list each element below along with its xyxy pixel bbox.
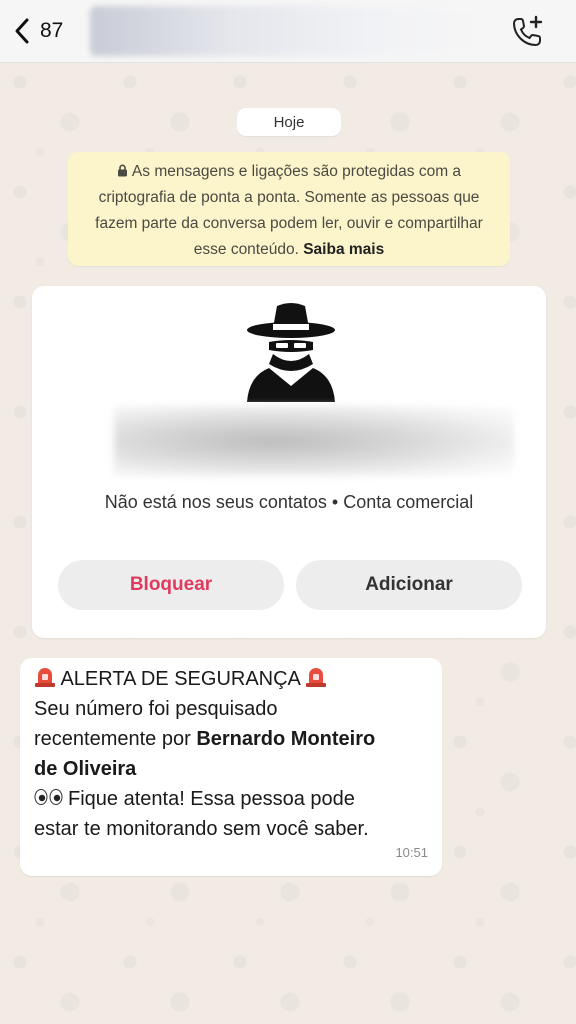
siren-icon [35, 668, 55, 687]
message-line-4-text: Fique atenta! Essa pessoa pode [68, 788, 355, 810]
add-call-button[interactable] [510, 14, 546, 50]
chat-header: 87 [0, 0, 576, 63]
encryption-text: As mensagens e ligações são protegidas c… [95, 163, 483, 258]
block-button[interactable]: Bloquear [58, 560, 284, 610]
contact-status: Não está nos seus contatos • Conta comer… [104, 492, 474, 512]
business-info-card: Não está nos seus contatos • Conta comer… [32, 286, 546, 638]
add-call-icon [512, 15, 543, 47]
eyes-icon [34, 789, 63, 805]
unread-count: 87 [40, 19, 64, 42]
learn-more-link[interactable]: Saiba mais [303, 241, 384, 258]
message-line-3: de Oliveira [34, 754, 430, 784]
alert-title-line: ALERTA DE SEGURANÇA [34, 664, 430, 694]
searcher-name-cont: de Oliveira [34, 758, 137, 780]
back-button[interactable]: 87 [12, 14, 82, 48]
lock-icon [117, 164, 127, 177]
chevron-left-icon [15, 18, 29, 44]
siren-icon [306, 668, 327, 687]
card-actions: Bloquear Adicionar [58, 560, 522, 610]
incoming-message[interactable]: ALERTA DE SEGURANÇA Seu número foi pesqu… [20, 658, 442, 876]
message-line-1: Seu número foi pesquisado [34, 698, 278, 720]
message-line-5: estar te monitorando sem você saber. [34, 818, 369, 840]
contact-name-redacted[interactable] [90, 6, 490, 56]
alert-title: ALERTA DE SEGURANÇA [60, 668, 300, 690]
message-line-2-text: recentemente por [34, 728, 197, 750]
date-separator: Hoje [237, 108, 341, 136]
encryption-notice[interactable]: As mensagens e ligações são protegidas c… [68, 152, 510, 266]
add-contact-button[interactable]: Adicionar [296, 560, 522, 610]
message-line-4: Fique atenta! Essa pessoa pode [34, 784, 430, 814]
message-timestamp: 10:51 [395, 845, 428, 860]
spy-avatar-icon [247, 303, 335, 402]
message-line-2: recentemente por Bernardo Monteiro [34, 724, 430, 754]
business-name-redacted [114, 406, 514, 476]
searcher-name: Bernardo Monteiro [196, 728, 376, 750]
